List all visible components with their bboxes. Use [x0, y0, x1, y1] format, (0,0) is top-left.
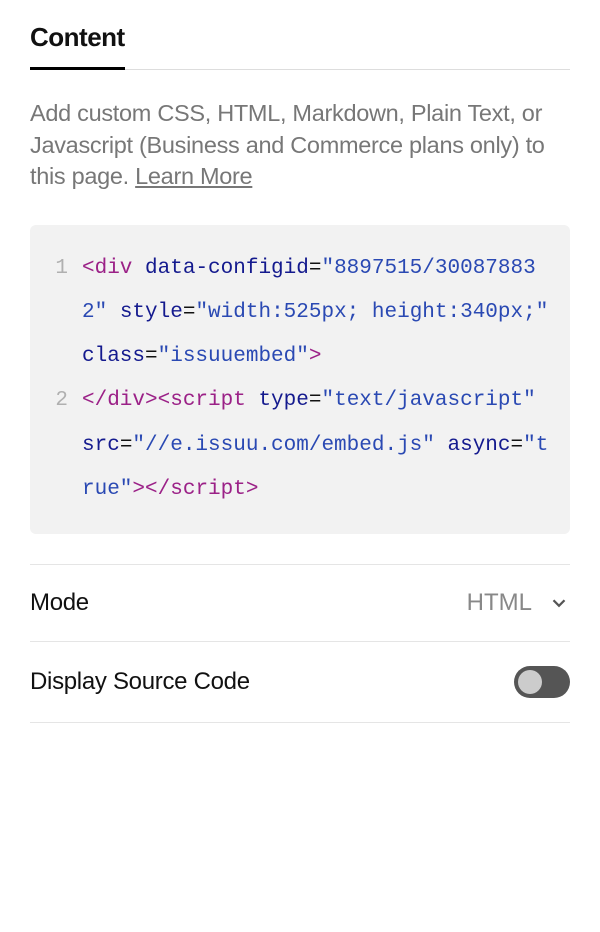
- tab-content[interactable]: Content: [30, 10, 125, 70]
- chevron-down-icon: [548, 592, 570, 614]
- mode-value: HTML: [467, 589, 532, 617]
- code-line: 2</div><script type="text/javascript" sr…: [50, 379, 550, 511]
- code-line: 1<div data-configid="8897515/300878832" …: [50, 247, 550, 379]
- toggle-knob: [518, 670, 542, 694]
- code-content: </div><script type="text/javascript" src…: [82, 379, 550, 511]
- code-editor[interactable]: 1<div data-configid="8897515/300878832" …: [30, 225, 570, 534]
- description-body: Add custom CSS, HTML, Markdown, Plain Te…: [30, 100, 545, 189]
- mode-label: Mode: [30, 589, 89, 617]
- tab-bar: Content: [30, 10, 570, 70]
- description-text: Add custom CSS, HTML, Markdown, Plain Te…: [30, 98, 570, 193]
- learn-more-link[interactable]: Learn More: [135, 163, 252, 189]
- display-source-toggle[interactable]: [514, 666, 570, 698]
- display-source-row: Display Source Code: [30, 642, 570, 723]
- mode-row[interactable]: Mode HTML: [30, 564, 570, 642]
- code-content: <div data-configid="8897515/300878832" s…: [82, 247, 550, 379]
- display-source-label: Display Source Code: [30, 668, 250, 696]
- line-number: 1: [50, 247, 82, 379]
- line-number: 2: [50, 379, 82, 511]
